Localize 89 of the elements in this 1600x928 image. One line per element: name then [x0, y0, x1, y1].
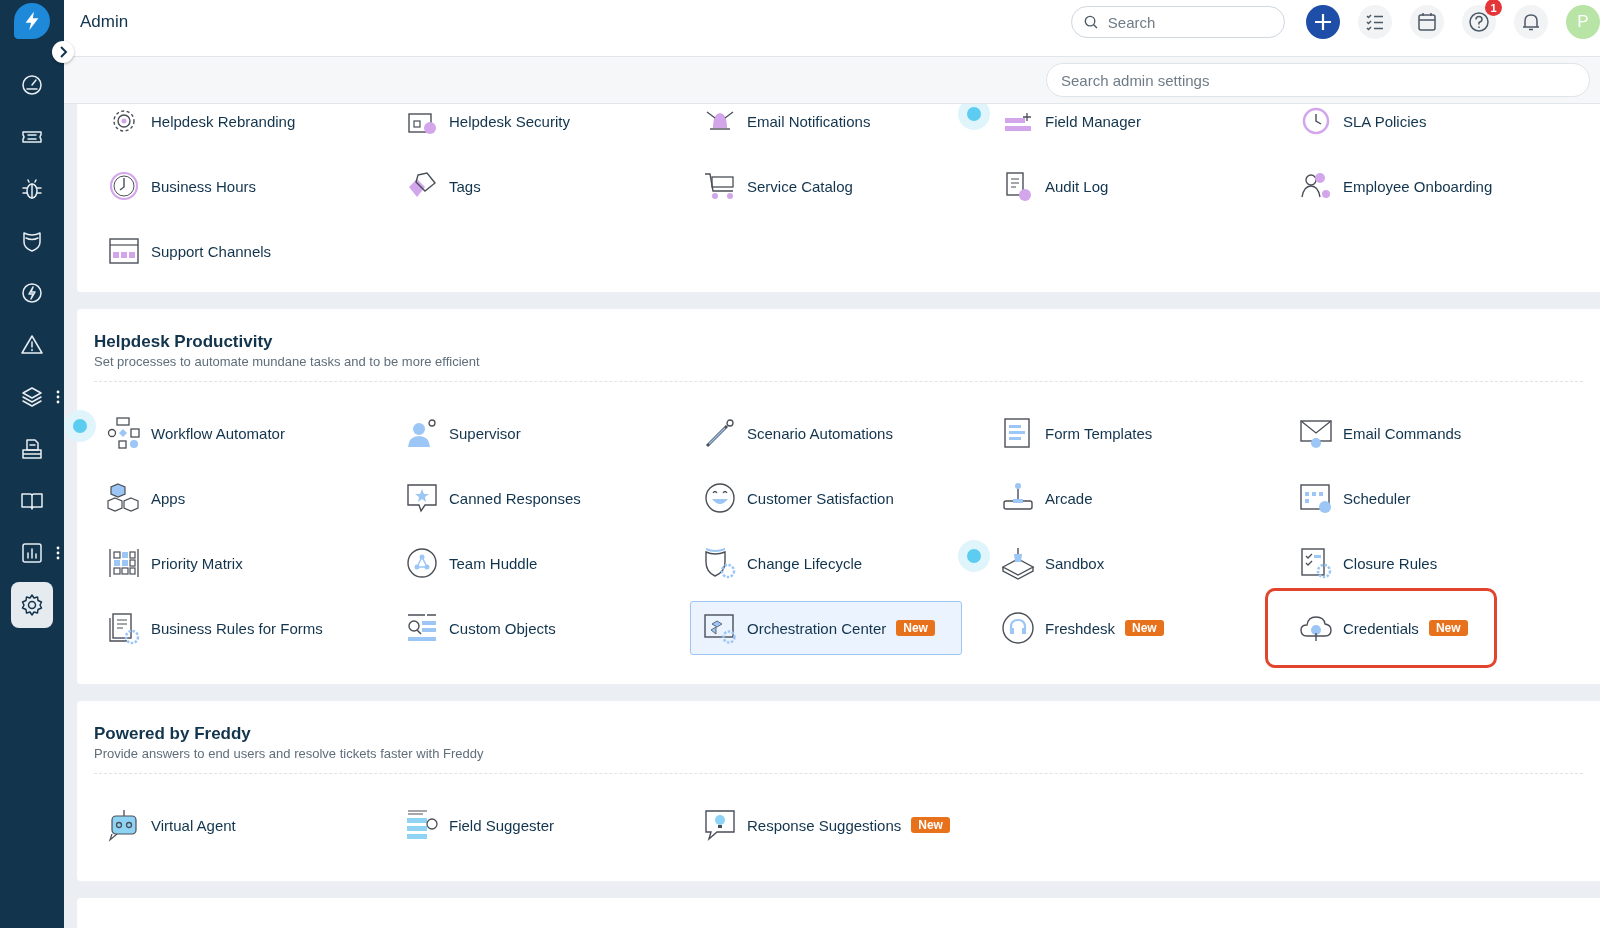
speech-bubble-icon: [703, 808, 737, 842]
admin-setting-link[interactable]: Email Notifications: [690, 104, 962, 148]
sandbox-icon: [1001, 546, 1035, 580]
grid-icon: [107, 546, 141, 580]
calendar-icon: [1417, 12, 1437, 32]
admin-setting-link[interactable]: Custom Objects: [392, 601, 664, 655]
wand-icon: [703, 416, 737, 450]
search-field[interactable]: Search: [1105, 12, 1272, 32]
bell-icon: [1521, 12, 1541, 32]
new-badge: New: [1428, 620, 1468, 636]
search-icon: [1084, 14, 1098, 30]
calendar-icon: [1299, 481, 1333, 515]
add-button[interactable]: [1306, 5, 1340, 39]
admin-setting-link[interactable]: Service Catalog: [690, 159, 962, 213]
notification-badge: 1: [1485, 0, 1502, 16]
admin-setting-link[interactable]: Change Lifecycle: [690, 536, 962, 590]
admin-setting-link[interactable]: Arcade: [988, 471, 1260, 525]
admin-setting-link[interactable]: Field Manager: [988, 104, 1260, 148]
plus-icon: [1314, 13, 1332, 31]
notifications-button[interactable]: [1514, 5, 1548, 39]
help-button[interactable]: [1462, 5, 1496, 39]
admin-setting-link[interactable]: Credentials New: [1286, 601, 1558, 655]
smiley-icon: [703, 481, 737, 515]
headset-icon: [1001, 611, 1035, 645]
admin-setting-link[interactable]: Freshdesk New: [988, 601, 1260, 655]
admin-setting-link[interactable]: Response Suggestions New: [690, 798, 962, 852]
admin-setting-link[interactable]: Scheduler: [1286, 471, 1558, 525]
window-icon: [703, 611, 737, 645]
admin-setting-link[interactable]: Employee Onboarding: [1286, 159, 1558, 213]
admin-setting-link[interactable]: Helpdesk Security: [392, 104, 664, 148]
admin-setting-link[interactable]: Business Hours: [94, 159, 366, 213]
gauge-icon: [20, 73, 44, 97]
admin-setting-link[interactable]: Canned Responses: [392, 471, 664, 525]
network-icon: [405, 546, 439, 580]
admin-setting-link[interactable]: Customer Satisfaction: [690, 471, 962, 525]
settings-icon: [20, 593, 44, 617]
admin-setting-link[interactable]: Support Channels: [94, 224, 366, 278]
admin-setting-link[interactable]: Scenario Automations: [690, 406, 962, 460]
new-badge: New: [1125, 620, 1164, 636]
warning-icon: [20, 333, 44, 357]
inbox-icon: [20, 437, 44, 461]
admin-setting-link[interactable]: Team Huddle: [392, 536, 664, 590]
calendar-button[interactable]: [1410, 5, 1444, 39]
checklist-icon: [1365, 12, 1385, 32]
admin-setting-link[interactable]: Field Suggester: [392, 798, 664, 852]
admin-search-box[interactable]: Search admin settings: [1046, 63, 1590, 97]
document-icon: [107, 611, 141, 645]
section-subtitle: Set processes to automate mundane tasks and to be more efficient: [94, 353, 481, 371]
section-title: Helpdesk Productivity: [94, 331, 274, 353]
speech-bubble-icon: [405, 481, 439, 515]
checklist-icon: [1299, 546, 1333, 580]
admin-setting-link[interactable]: Supervisor: [392, 406, 664, 460]
admin-setting-link[interactable]: Email Commands: [1286, 406, 1558, 460]
admin-setting-link[interactable]: SLA Policies: [1286, 104, 1558, 148]
admin-setting-link[interactable]: Virtual Agent: [94, 798, 366, 852]
shield-icon: [20, 229, 44, 253]
section-subtitle: Provide answers to end users and resolve tickets faster with Freddy: [94, 745, 485, 763]
list-icon: [405, 808, 439, 842]
sidebar-item[interactable]: [11, 582, 53, 628]
layers-icon: [20, 385, 44, 409]
chart-icon: [20, 541, 44, 565]
app-logo[interactable]: [14, 3, 50, 39]
admin-setting-link[interactable]: Sandbox: [988, 536, 1260, 590]
new-badge: New: [911, 817, 950, 833]
person-icon: [405, 416, 439, 450]
admin-setting-link[interactable]: Apps: [94, 471, 366, 525]
page-title: Admin: [80, 12, 129, 32]
admin-setting-link[interactable]: Orchestration Center New: [690, 601, 962, 655]
flowchart-icon: [107, 416, 141, 450]
more-icon[interactable]: [56, 546, 60, 560]
admin-setting-link[interactable]: Closure Rules: [1286, 536, 1558, 590]
tasks-button[interactable]: [1358, 5, 1392, 39]
section-title: Powered by Freddy: [94, 723, 252, 745]
admin-setting-link[interactable]: Helpdesk Rebranding: [94, 104, 366, 148]
chevron-right-icon: [58, 46, 68, 58]
admin-setting-link[interactable]: Priority Matrix: [94, 536, 366, 590]
bug-icon: [20, 177, 44, 201]
clock-icon: [107, 169, 141, 203]
help-icon: [1468, 11, 1490, 33]
new-badge: New: [896, 620, 935, 636]
admin-search-field[interactable]: Search admin settings: [1059, 70, 1577, 90]
admin-setting-link[interactable]: Audit Log: [988, 159, 1260, 213]
more-icon[interactable]: [56, 390, 60, 404]
admin-setting-link[interactable]: Workflow Automator: [94, 406, 366, 460]
shield-icon: [703, 546, 737, 580]
lightning-icon: [20, 281, 44, 305]
admin-setting-link[interactable]: Tags: [392, 159, 664, 213]
admin-setting-link[interactable]: Business Rules for Forms: [94, 601, 366, 655]
admin-setting-link[interactable]: Form Templates: [988, 406, 1260, 460]
